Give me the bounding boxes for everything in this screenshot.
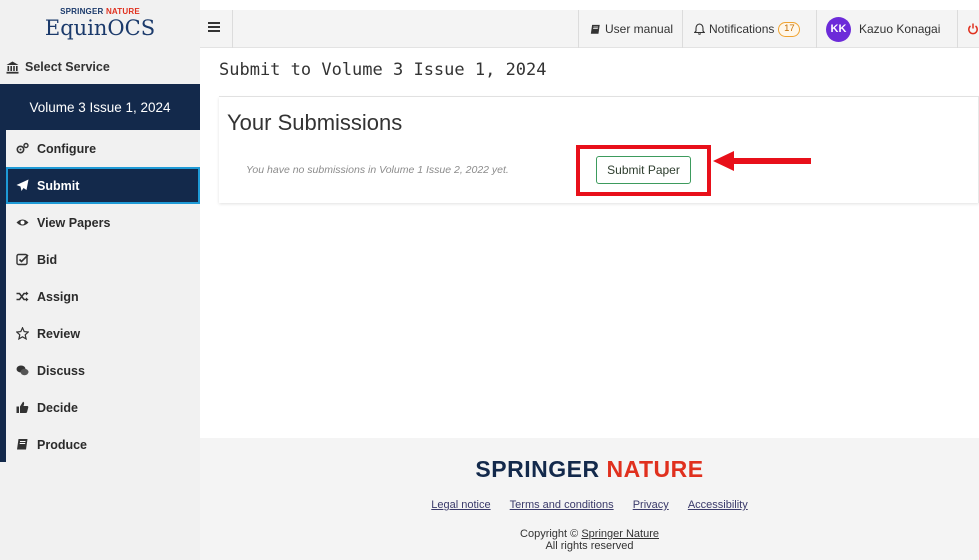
privacy-link[interactable]: Privacy: [633, 499, 669, 511]
sidebar-item-label: Review: [37, 326, 81, 341]
user-manual-link[interactable]: User manual: [590, 10, 673, 48]
notifications-count-badge: 17: [778, 21, 801, 37]
sidebar-item-produce[interactable]: Produce: [6, 426, 200, 463]
sidebar-item-assign[interactable]: Assign: [6, 278, 200, 315]
divider: [232, 10, 233, 48]
hamburger-menu-icon[interactable]: [208, 22, 220, 34]
empty-submissions-message: You have no submissions in Volume 1 Issu…: [246, 164, 509, 176]
book-icon: [590, 24, 600, 34]
star-icon: [16, 327, 29, 340]
notifications-label: Notifications: [709, 22, 775, 36]
publisher-wordmark: SPRINGER NATURE: [60, 7, 140, 16]
sidebar-item-discuss[interactable]: Discuss: [6, 352, 200, 389]
notifications-button[interactable]: Notifications 17: [694, 10, 801, 48]
checkbox-icon: [16, 253, 29, 266]
springer-nature-logo: SPRINGER NATURE: [475, 456, 704, 482]
divider: [682, 10, 683, 48]
sidebar-item-label: Produce: [37, 437, 88, 452]
springer-nature-link[interactable]: Springer Nature: [581, 528, 659, 540]
eye-icon: [16, 219, 29, 226]
app-name: EquinOCS: [44, 16, 156, 40]
cogs-icon: [16, 142, 29, 154]
sidebar-item-configure[interactable]: Configure: [6, 130, 200, 167]
app-root: SPRINGER NATURE EquinOCS Select Service …: [0, 0, 979, 560]
logout-button[interactable]: [967, 10, 979, 48]
paper-plane-icon: [16, 179, 29, 191]
sidebar-item-bid[interactable]: Bid: [6, 241, 200, 278]
divider: [957, 10, 958, 48]
legal-notice-link[interactable]: Legal notice: [431, 499, 490, 511]
sidebar-item-label: Decide: [37, 400, 78, 415]
select-service-label: Select Service: [25, 60, 110, 74]
sidebar-item-label: View Papers: [37, 215, 111, 230]
divider: [816, 10, 817, 48]
divider: [578, 10, 579, 48]
user-manual-label: User manual: [605, 22, 674, 36]
select-service-link[interactable]: Select Service: [0, 50, 200, 84]
book-icon: [17, 439, 28, 450]
user-menu[interactable]: KK Kazuo Konagai: [826, 10, 940, 48]
power-icon: [968, 23, 978, 35]
submit-paper-button[interactable]: Submit Paper: [596, 156, 691, 184]
volume-title: Volume 3 Issue 1, 2024: [29, 100, 171, 115]
sidebar-item-label: Assign: [37, 289, 79, 304]
sidebar-item-review[interactable]: Review: [6, 315, 200, 352]
sidebar-item-label: Submit: [37, 178, 80, 193]
sidebar-menu: Configure Submit View Papers Bid Assign …: [6, 130, 200, 463]
rights-text: All rights reserved: [545, 540, 634, 552]
footer: SPRINGER NATURE Legal notice Terms and c…: [200, 438, 979, 560]
footer-links: Legal notice Terms and conditions Privac…: [200, 499, 979, 511]
sidebar-item-label: Bid: [37, 252, 58, 267]
comments-icon: [16, 365, 29, 376]
user-name: Kazuo Konagai: [859, 22, 941, 36]
terms-link[interactable]: Terms and conditions: [510, 499, 614, 511]
sidebar-item-submit[interactable]: Submit: [6, 167, 200, 204]
sidebar-item-label: Configure: [37, 141, 97, 156]
shuffle-icon: [16, 291, 29, 302]
brand-logo[interactable]: SPRINGER NATURE EquinOCS: [0, 0, 200, 50]
annotation-arrow-icon: [713, 151, 811, 171]
page-title: Submit to Volume 3 Issue 1, 2024: [219, 60, 547, 80]
sidebar-footer-area: [0, 462, 200, 560]
sidebar-item-decide[interactable]: Decide: [6, 389, 200, 426]
bell-icon: [694, 23, 705, 35]
bank-icon: [6, 61, 19, 74]
sidebar-item-label: Discuss: [37, 363, 85, 378]
sidebar-item-view-papers[interactable]: View Papers: [6, 204, 200, 241]
avatar: KK: [826, 16, 851, 42]
thumbs-up-icon: [16, 401, 29, 413]
panel-heading: Your Submissions: [227, 110, 403, 135]
accessibility-link[interactable]: Accessibility: [688, 499, 748, 511]
copyright: Copyright © Springer Nature All rights r…: [200, 528, 979, 552]
top-bar: User manual Notifications 17 KK Kazuo Ko…: [200, 10, 979, 48]
